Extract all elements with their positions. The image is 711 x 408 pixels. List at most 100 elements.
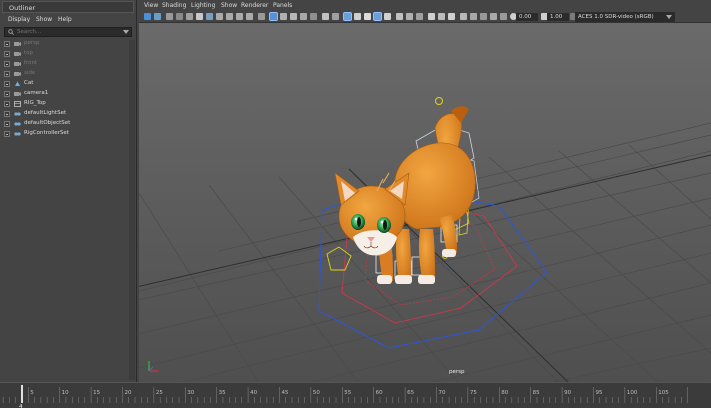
expand-icon[interactable]: [4, 111, 10, 117]
timeline-tick-label: 105: [658, 390, 669, 396]
image-plane-icon[interactable]: [176, 13, 183, 20]
grease-pencil-icon[interactable]: [196, 13, 203, 20]
color-picker-icon[interactable]: [470, 13, 477, 20]
select-camera-icon[interactable]: [144, 13, 151, 20]
search-dropdown-icon[interactable]: [123, 30, 129, 34]
viewport-toolbar: 0.00 1.00 ACES 1.0 SDR-video (sRGB): [139, 11, 711, 23]
wireframe-icon[interactable]: [269, 12, 278, 21]
expand-icon[interactable]: [4, 91, 10, 97]
expand-icon[interactable]: [4, 101, 10, 107]
menu-help[interactable]: Help: [58, 16, 72, 23]
shadows-icon[interactable]: [332, 13, 339, 20]
menu-shading[interactable]: Shading: [162, 2, 186, 9]
bookmark-icon[interactable]: [166, 13, 173, 20]
color-space-dropdown[interactable]: ACES 1.0 SDR-video (sRGB): [575, 12, 675, 22]
gamma-field[interactable]: 1.00: [547, 13, 569, 21]
grid-icon[interactable]: [206, 13, 213, 20]
outliner-item-persp[interactable]: persp: [4, 39, 132, 49]
gate-mask-icon[interactable]: [236, 13, 243, 20]
2d-pan-icon[interactable]: [186, 13, 193, 20]
outliner-title-bar[interactable]: Outliner: [2, 1, 134, 13]
timeline-tick-label: 50: [313, 390, 320, 396]
set-icon: [14, 112, 21, 116]
multisample-aa-icon[interactable]: [364, 13, 371, 20]
outliner-list: persp top front side Cat camera1 RIG_Topdefaul…: [4, 39, 132, 139]
xray-joints-icon[interactable]: [406, 13, 413, 20]
timeline-tick-label: 85: [533, 390, 540, 396]
outliner-item-cat[interactable]: Cat: [4, 79, 132, 89]
timeline-tick-label: 35: [219, 390, 226, 396]
expand-icon[interactable]: [4, 61, 10, 67]
mesh-icon: [15, 81, 20, 86]
outliner-item-front[interactable]: front: [4, 59, 132, 69]
search-input[interactable]: [17, 28, 117, 36]
exposure-field[interactable]: 0.00: [516, 13, 538, 21]
menu-renderer[interactable]: Renderer: [241, 2, 268, 9]
xray-active-icon[interactable]: [416, 13, 423, 20]
timeline-tick-label: 75: [470, 390, 477, 396]
viewport-panel: View Shading Lighting Show Renderer Pane…: [139, 0, 711, 382]
outliner-item-label: side: [24, 70, 36, 76]
exposure-icon[interactable]: [460, 13, 467, 20]
timeline-ruler: 5 10 15 20 25 30 35 40 45 50 55 60 65 70 75 80 85 90 95 100…: [0, 383, 711, 408]
expand-icon[interactable]: [4, 51, 10, 57]
search-box[interactable]: [4, 27, 132, 37]
camera-icon: [14, 42, 21, 46]
motion-blur-icon[interactable]: [354, 13, 361, 20]
expand-icon[interactable]: [4, 41, 10, 47]
outliner-item-label: defaultObjectSet: [24, 120, 71, 126]
menu-show[interactable]: Show: [221, 2, 237, 9]
outliner-item-camera1[interactable]: camera1: [4, 89, 132, 99]
screen-space-ao-icon[interactable]: [343, 12, 352, 21]
expand-icon[interactable]: [4, 121, 10, 127]
timeline-tick-label: 55: [344, 390, 351, 396]
default-material-icon[interactable]: [290, 13, 297, 20]
timeline-tick-label: 65: [407, 390, 414, 396]
outliner-item-rig_top[interactable]: RIG_Top: [4, 99, 132, 109]
outliner-item-label: RIG_Top: [24, 100, 46, 106]
use-all-lights-icon[interactable]: [322, 13, 329, 20]
hud-icon[interactable]: [438, 13, 445, 20]
outliner-item-rigcontrollerset[interactable]: RigControllerSet: [4, 129, 132, 139]
expand-icon[interactable]: [4, 81, 10, 87]
outliner-item-defaultlightset[interactable]: defaultLightSet: [4, 109, 132, 119]
expand-icon[interactable]: [4, 71, 10, 77]
scene-canvas[interactable]: [139, 23, 711, 382]
menu-show[interactable]: Show: [36, 16, 52, 23]
menu-view[interactable]: View: [144, 2, 158, 9]
menu-lighting[interactable]: Lighting: [191, 2, 215, 9]
xray-icon[interactable]: [396, 13, 403, 20]
layout-four-icon[interactable]: [500, 13, 507, 20]
panel-layout-icon[interactable]: [480, 13, 487, 20]
outliner-item-side[interactable]: side: [4, 69, 132, 79]
field-chart-icon[interactable]: [246, 13, 253, 20]
wireframe-on-shaded-icon[interactable]: [300, 13, 307, 20]
smooth-shade-icon[interactable]: [280, 13, 287, 20]
menu-panels[interactable]: Panels: [273, 2, 292, 9]
textured-icon[interactable]: [310, 13, 317, 20]
depth-of-field-icon[interactable]: [373, 12, 382, 21]
outliner-title: Outliner: [9, 4, 36, 12]
isolate-select-icon[interactable]: [384, 13, 391, 20]
chevron-down-icon: [666, 15, 672, 19]
timeline-tick-label: 95: [595, 390, 602, 396]
camera-sequence-icon[interactable]: [428, 13, 435, 20]
resolution-gate-icon[interactable]: [226, 13, 233, 20]
outliner-scrollbar[interactable]: [129, 40, 135, 380]
color-space-label: ACES 1.0 SDR-video (sRGB): [578, 14, 654, 20]
expand-icon[interactable]: [4, 131, 10, 137]
viewport-menu-bar: View Shading Lighting Show Renderer Pane…: [139, 0, 711, 11]
lights-icon[interactable]: [448, 13, 455, 20]
time-slider[interactable]: 5 10 15 20 25 30 35 40 45 50 55 60 65 70 75 80 85 90 95 100…: [0, 382, 711, 408]
menu-display[interactable]: Display: [8, 16, 30, 23]
layout-two-icon[interactable]: [490, 13, 497, 20]
current-frame-marker[interactable]: [21, 385, 23, 403]
timeline-tick-label: 5: [30, 390, 34, 396]
outliner-item-top[interactable]: top: [4, 49, 132, 59]
camera-attributes-icon[interactable]: [154, 13, 161, 20]
outliner-item-label: RigControllerSet: [24, 130, 69, 136]
film-gate-icon[interactable]: [216, 13, 223, 20]
safe-action-icon[interactable]: [258, 13, 265, 20]
outliner-item-defaultobjectset[interactable]: defaultObjectSet: [4, 119, 132, 129]
timeline-tick-label: 100: [627, 390, 638, 396]
